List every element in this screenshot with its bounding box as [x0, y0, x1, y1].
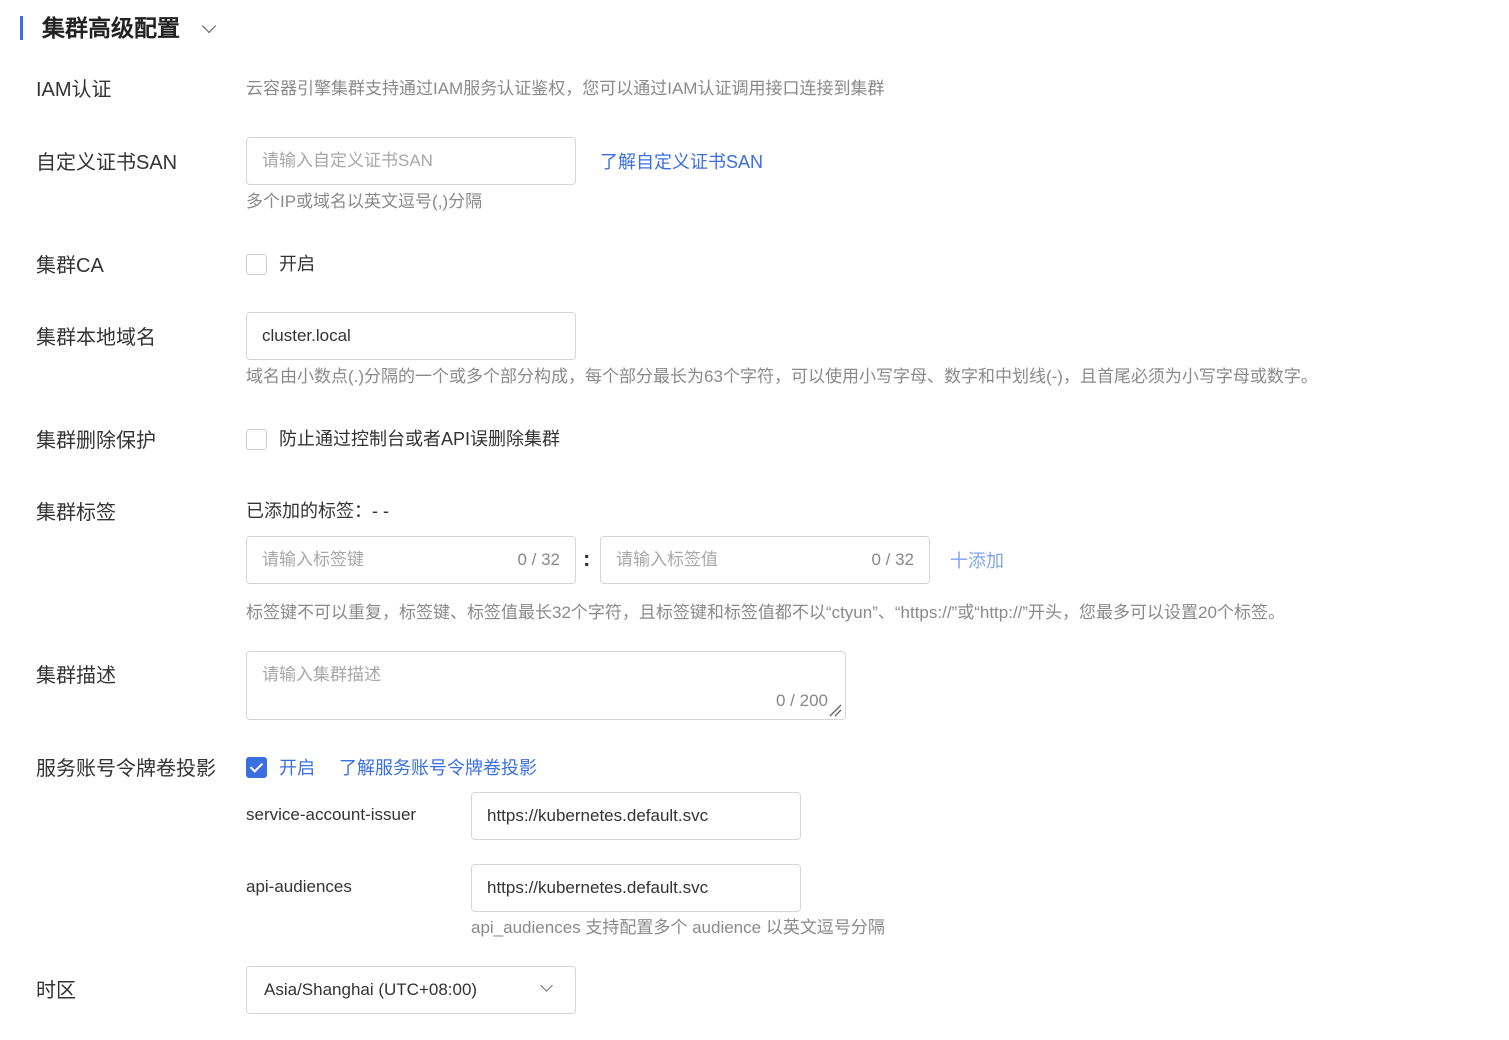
timezone-select[interactable]: Asia/Shanghai (UTC+08:00) — [246, 966, 576, 1014]
tag-key-field[interactable]: 0 / 32 — [246, 536, 576, 584]
sa-token-label: 服务账号令牌卷投影 — [36, 758, 216, 780]
tags-label: 集群标签 — [36, 502, 116, 524]
san-label: 自定义证书SAN — [36, 152, 178, 174]
resize-handle-icon[interactable] — [828, 703, 842, 717]
description-textarea[interactable] — [246, 651, 846, 720]
san-input[interactable] — [246, 137, 576, 185]
timezone-selected-value: Asia/Shanghai (UTC+08:00) — [264, 980, 478, 999]
issuer-label: service-account-issuer — [246, 805, 417, 824]
checkmark-icon — [249, 759, 264, 773]
tag-key-input[interactable] — [247, 537, 497, 583]
ca-checkbox-label[interactable]: 开启 — [279, 252, 315, 276]
iam-description: 云容器引擎集群支持通过IAM服务认证鉴权，您可以通过IAM认证调用接口连接到集群 — [246, 79, 885, 98]
san-hint: 多个IP或域名以英文逗号(,)分隔 — [246, 192, 483, 211]
issuer-input[interactable] — [471, 792, 801, 840]
iam-label: IAM认证 — [36, 79, 112, 101]
domain-label: 集群本地域名 — [36, 327, 156, 349]
chevron-down-icon[interactable] — [201, 18, 217, 34]
sa-token-checkbox-label[interactable]: 开启 — [279, 756, 315, 780]
tag-key-counter: 0 / 32 — [517, 550, 560, 569]
domain-hint: 域名由小数点(.)分隔的一个或多个部分构成，每个部分最长为63个字符，可以使用小… — [246, 367, 1318, 386]
delete-protect-checkbox-label[interactable]: 防止通过控制台或者API误删除集群 — [279, 427, 560, 451]
section-accent-bar — [20, 16, 23, 40]
sa-token-checkbox[interactable] — [246, 757, 267, 778]
ca-label: 集群CA — [36, 255, 104, 277]
timezone-label: 时区 — [36, 980, 76, 1002]
tag-value-field[interactable]: 0 / 32 — [600, 536, 930, 584]
tag-separator: : — [583, 546, 591, 571]
chevron-down-icon — [540, 979, 553, 992]
domain-input[interactable] — [246, 312, 576, 360]
sa-token-learn-more-link[interactable]: 了解服务账号令牌卷投影 — [339, 756, 537, 780]
add-tag-button[interactable]: 十添加 — [950, 549, 1004, 573]
audiences-label: api-audiences — [246, 877, 352, 896]
description-label: 集群描述 — [36, 665, 116, 687]
tags-hint: 标签键不可以重复，标签键、标签值最长32个字符，且标签键和标签值都不以“ctyu… — [246, 603, 1285, 622]
tag-value-counter: 0 / 32 — [871, 550, 914, 569]
delete-protect-checkbox[interactable] — [246, 429, 267, 450]
ca-checkbox[interactable] — [246, 254, 267, 275]
audiences-hint: api_audiences 支持配置多个 audience 以英文逗号分隔 — [471, 918, 885, 937]
audiences-input[interactable] — [471, 864, 801, 912]
section-title[interactable]: 集群高级配置 — [42, 13, 180, 43]
description-counter: 0 / 200 — [776, 691, 828, 710]
delete-protect-label: 集群删除保护 — [36, 430, 156, 452]
added-tags-text: 已添加的标签：- - — [246, 501, 389, 521]
tag-value-input[interactable] — [601, 537, 851, 583]
san-learn-more-link[interactable]: 了解自定义证书SAN — [600, 150, 763, 174]
